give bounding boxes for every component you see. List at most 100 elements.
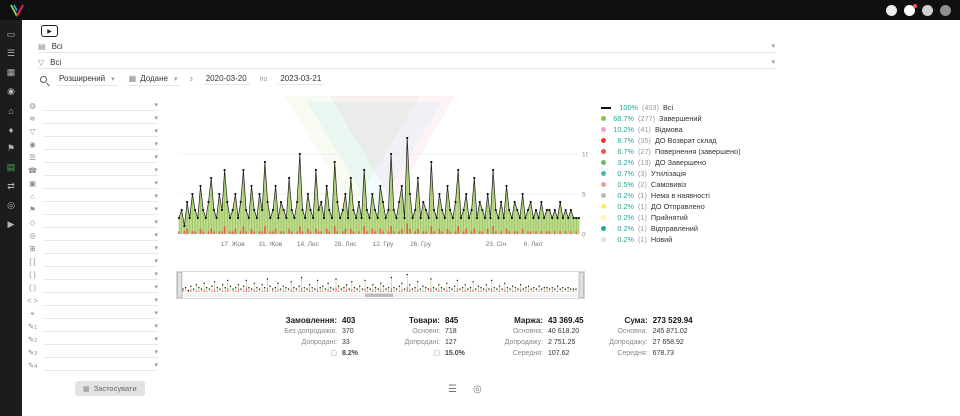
rail-item-video[interactable]: ▶ (3, 217, 19, 232)
filter-select-list[interactable]: ▾ (43, 152, 158, 163)
stats-row: Допродажу:2 751.25 (489, 338, 584, 348)
pencil-icon: ✎3 (26, 348, 39, 357)
filter-select-delivery[interactable]: ▾ (43, 204, 158, 215)
filter-select-grid[interactable]: ▾ (43, 243, 158, 254)
rail-item-marketing[interactable]: ⚑ (3, 141, 19, 156)
chevron-down-icon: ▾ (154, 270, 158, 278)
filter-select-phone[interactable]: ▾ (43, 165, 158, 176)
filter-select-status[interactable]: ▾ (43, 113, 158, 124)
filter-select-custom-3[interactable]: ▾ (43, 347, 158, 358)
chevron-down-icon: ▾ (154, 140, 158, 148)
filter-select-warehouse[interactable]: ▾ (43, 191, 158, 202)
chevron-down-icon: ▾ (771, 58, 775, 66)
filter-select-var-round[interactable]: ▾ (43, 282, 158, 293)
theme-icon[interactable] (922, 5, 933, 16)
legend-label: ДО Возврат склад (655, 136, 717, 145)
notifications-bell-icon[interactable] (904, 5, 915, 16)
filter-row-manager: ◉▾ (26, 138, 158, 151)
legend-item-7[interactable]: 0.5%(2)Самовивіз (601, 179, 801, 190)
search-icon[interactable] (40, 76, 47, 83)
filter-select-payment[interactable]: ▾ (43, 217, 158, 228)
legend-item-9[interactable]: 0.2%(1)ДО Отправлено (601, 201, 801, 212)
filter-select-channel[interactable]: ▾ (43, 100, 158, 111)
custom-filter-row-2: ✎2▾ (26, 333, 158, 346)
legend-count: (27) (638, 147, 651, 156)
filter-select-region[interactable]: ▾ (43, 230, 158, 241)
filter-select-custom-2[interactable]: ▾ (43, 334, 158, 345)
legend-item-2[interactable]: 10.2%(41)Відмова (601, 124, 801, 135)
rail-item-display[interactable]: ▭ (3, 27, 19, 42)
svg-text:17. Жов: 17. Жов (221, 241, 245, 248)
rail-item-orders-list[interactable]: ☰ (3, 46, 19, 61)
pencil-number: 3 (34, 351, 37, 357)
rail-item-integrations[interactable]: ⇄ (3, 179, 19, 194)
filter-select-var-square[interactable]: ▾ (43, 256, 158, 267)
app-logo-icon[interactable] (9, 4, 25, 17)
filter-select-var-curly[interactable]: ▾ (43, 269, 158, 280)
rail-item-statistics[interactable]: ▤ (3, 160, 19, 175)
filter-select-funnel[interactable]: ▾ (43, 126, 158, 137)
legend-item-6[interactable]: 0.7%(3)Утилізація (601, 168, 801, 179)
legend-item-8[interactable]: 0.2%(1)Нема в наявності (601, 190, 801, 201)
rail-item-modules[interactable]: ▦ (3, 65, 19, 80)
stats-title-row: Замовлення:403 (283, 316, 376, 326)
left-rail: ▭ ☰ ▦ ◉ ⌂ ♦ ⚑ ▤ ⇄ ◎ ▶ (0, 20, 22, 416)
legend-item-12[interactable]: 0.2%(1)Новий (601, 234, 801, 245)
filter-select-manager[interactable]: ▾ (43, 139, 158, 150)
legend-item-4[interactable]: 6.7%(27)Повернення (завершено) (601, 146, 801, 157)
filter-row-channel: ◍▾ (26, 99, 158, 112)
status-icon: ≋ (26, 114, 39, 123)
date-to-input[interactable]: 2023-03-21 (277, 73, 324, 85)
filter-select-custom-1[interactable]: ▾ (43, 321, 158, 332)
legend-item-10[interactable]: 0.2%(1)Прийнятий (601, 212, 801, 223)
legend-item-5[interactable]: 3.2%(13)ДО Завершено (601, 157, 801, 168)
date-from-input[interactable]: 2020-03-20 (203, 73, 250, 85)
globe-icon[interactable]: ◎ (473, 384, 482, 395)
filter-row-var-square: [ ]▾ (26, 255, 158, 268)
advanced-filter-select[interactable]: Розширений ▾ (57, 73, 117, 86)
stats-label: Допродані: (283, 338, 337, 348)
legend-item-3[interactable]: 8.7%(35)ДО Возврат склад (601, 135, 801, 146)
legend-item-0[interactable]: 100%(403)Всі (601, 102, 801, 113)
rail-item-home[interactable]: ⌂ (3, 103, 19, 118)
calendar-icon: ▦ (129, 74, 137, 83)
stats-value: 370 (342, 327, 376, 337)
chevron-down-icon: ▾ (154, 192, 158, 200)
filter-select-all-1[interactable]: ▤ Всі ▾ (38, 40, 775, 53)
stats-title-value: 43 369.45 (548, 316, 584, 326)
video-tutorial-button[interactable]: ▶ (41, 25, 58, 37)
chevron-down-icon: ▾ (154, 205, 158, 213)
stats-title-value: 273 529.94 (653, 316, 693, 326)
rail-item-info[interactable]: ◎ (3, 198, 19, 213)
orders-chart[interactable]: 051017. Жов31. Жов14. Лис28. Лис12. Гру2… (176, 96, 588, 259)
stats-column-margin: Маржа:43 369.45Основна:40 618.20Допродаж… (489, 316, 584, 359)
chart-range-brush[interactable] (176, 271, 585, 299)
legend-item-11[interactable]: 0.2%(1)Відправлений (601, 223, 801, 234)
rail-item-products[interactable]: ♦ (3, 122, 19, 137)
stats-percent-icon-slot: ▢ (386, 349, 440, 359)
date-field-select[interactable]: ▦ Додане ▾ (127, 73, 180, 86)
legend-percent: 68.7% (610, 114, 634, 123)
filter-select-all-2[interactable]: ▽ Всі ▾ (38, 56, 775, 69)
filter-panel: ◍▾≋▾▽▾◉▾☰▾☎▾▣▾⌂▾⚑▾◇▾◎▾⊞▾[ ]▾{ }▾( )▾< >▾… (26, 99, 158, 372)
pencil-number: 1 (34, 325, 37, 331)
legend-item-1[interactable]: 68.7%(277)Завершений (601, 113, 801, 124)
alerts-bell-icon[interactable] (940, 5, 951, 16)
filter-select-custom-4[interactable]: ▾ (43, 360, 158, 371)
list-view-icon[interactable]: ☰ (448, 384, 457, 395)
custom-filter-row-1: ✎1▾ (26, 320, 158, 333)
legend-count: (13) (638, 158, 651, 167)
status-circle-icon[interactable] (886, 5, 897, 16)
dot-swatch-icon (601, 226, 606, 231)
stats-percent-row: ▢15.0% (386, 349, 479, 359)
legend-label: Нема в наявності (651, 191, 710, 200)
filter-select-product[interactable]: ▾ (43, 178, 158, 189)
filter-select-target[interactable]: ▾ (43, 308, 158, 319)
legend-percent: 0.2% (610, 202, 634, 211)
stats-percent-row: ▢8.2% (283, 349, 376, 359)
filter-select-var-angle[interactable]: ▾ (43, 295, 158, 306)
stats-title-label: Сума: (594, 316, 648, 326)
filter-row-var-angle: < >▾ (26, 294, 158, 307)
apply-button[interactable]: ▦ Застосувати (75, 381, 145, 396)
rail-item-customers[interactable]: ◉ (3, 84, 19, 99)
